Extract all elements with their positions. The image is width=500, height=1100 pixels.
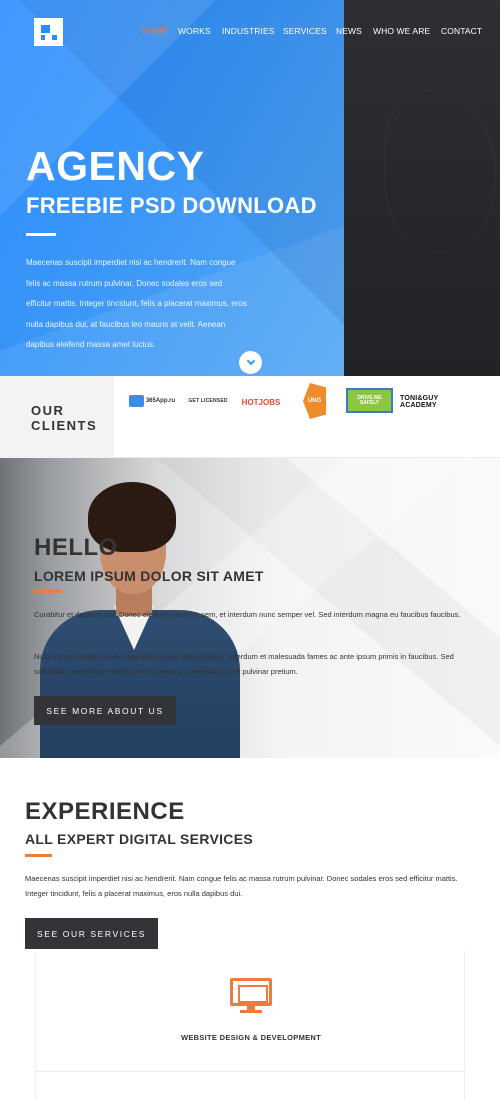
monitor-icon xyxy=(230,978,272,1014)
nav-contact[interactable]: CONTACT xyxy=(441,26,482,36)
hello-subtitle: LOREM IPSUM DOLOR SIT AMET xyxy=(34,568,264,584)
service-card[interactable]: WEBSITE DESIGN & DEVELOPMENT xyxy=(35,950,466,1100)
hero-paragraph: Maecenas suscipit imperdiet nisi ac hend… xyxy=(26,258,247,349)
toni-guy-logo[interactable]: TONI&GUY ACADEMY xyxy=(400,394,450,410)
experience-title: EXPERIENCE xyxy=(25,798,185,825)
nav-services[interactable]: SERVICES xyxy=(283,26,327,36)
hello-title: HELLO xyxy=(34,534,118,561)
clients-heading: OUR CLIENTS xyxy=(31,403,98,433)
365app-logo[interactable]: 365App.ru xyxy=(128,393,176,409)
experience-divider xyxy=(25,854,52,857)
hero-section: HOME WORKS INDUSTRIES SERVICES NEWS WHO … xyxy=(0,0,500,376)
nav-news[interactable]: NEWS xyxy=(336,26,362,36)
hello-paragraph-1: Curabitur et dapibus nisi. Donec eleifen… xyxy=(34,610,461,619)
site-logo[interactable] xyxy=(34,18,63,46)
hero-title: AGENCY xyxy=(26,143,205,189)
nav-who-we-are[interactable]: WHO WE ARE xyxy=(373,26,430,36)
hero-divider xyxy=(26,233,56,236)
hero-dark-panel xyxy=(344,0,500,376)
see-our-services-button[interactable]: SEE OUR SERVICES xyxy=(25,918,158,949)
hero-subtitle: FREEBIE PSD DOWNLOAD xyxy=(26,193,317,218)
nav-industries[interactable]: INDUSTRIES xyxy=(222,26,274,36)
hotjobs-logo[interactable]: HOTJOBS xyxy=(242,390,281,414)
experience-subtitle: ALL EXPERT DIGITAL SERVICES xyxy=(25,831,253,847)
clients-section: OUR CLIENTS xyxy=(0,376,500,458)
licensed-logo[interactable]: GET LICENSED xyxy=(184,395,232,407)
nav-works[interactable]: WORKS xyxy=(178,26,211,36)
scroll-down-button[interactable] xyxy=(239,351,262,374)
hello-divider xyxy=(34,590,61,593)
chevron-down-icon xyxy=(246,356,255,366)
drive-me-safely-logo[interactable]: DRIVE ME SAFELY xyxy=(346,388,393,413)
clients-heading-box: OUR CLIENTS xyxy=(0,376,114,458)
nav-home[interactable]: HOME xyxy=(142,26,168,36)
service-divider xyxy=(36,1071,466,1072)
see-more-about-us-button[interactable]: SEE MORE ABOUT US xyxy=(34,696,176,725)
service-label: WEBSITE DESIGN & DEVELOPMENT xyxy=(180,1033,322,1042)
experience-paragraph: Maecenas suscipit imperdiet nisi ac hend… xyxy=(25,874,458,898)
hello-paragraph-2: Nulla varius tempor quam, eget aliquet a… xyxy=(34,652,454,676)
